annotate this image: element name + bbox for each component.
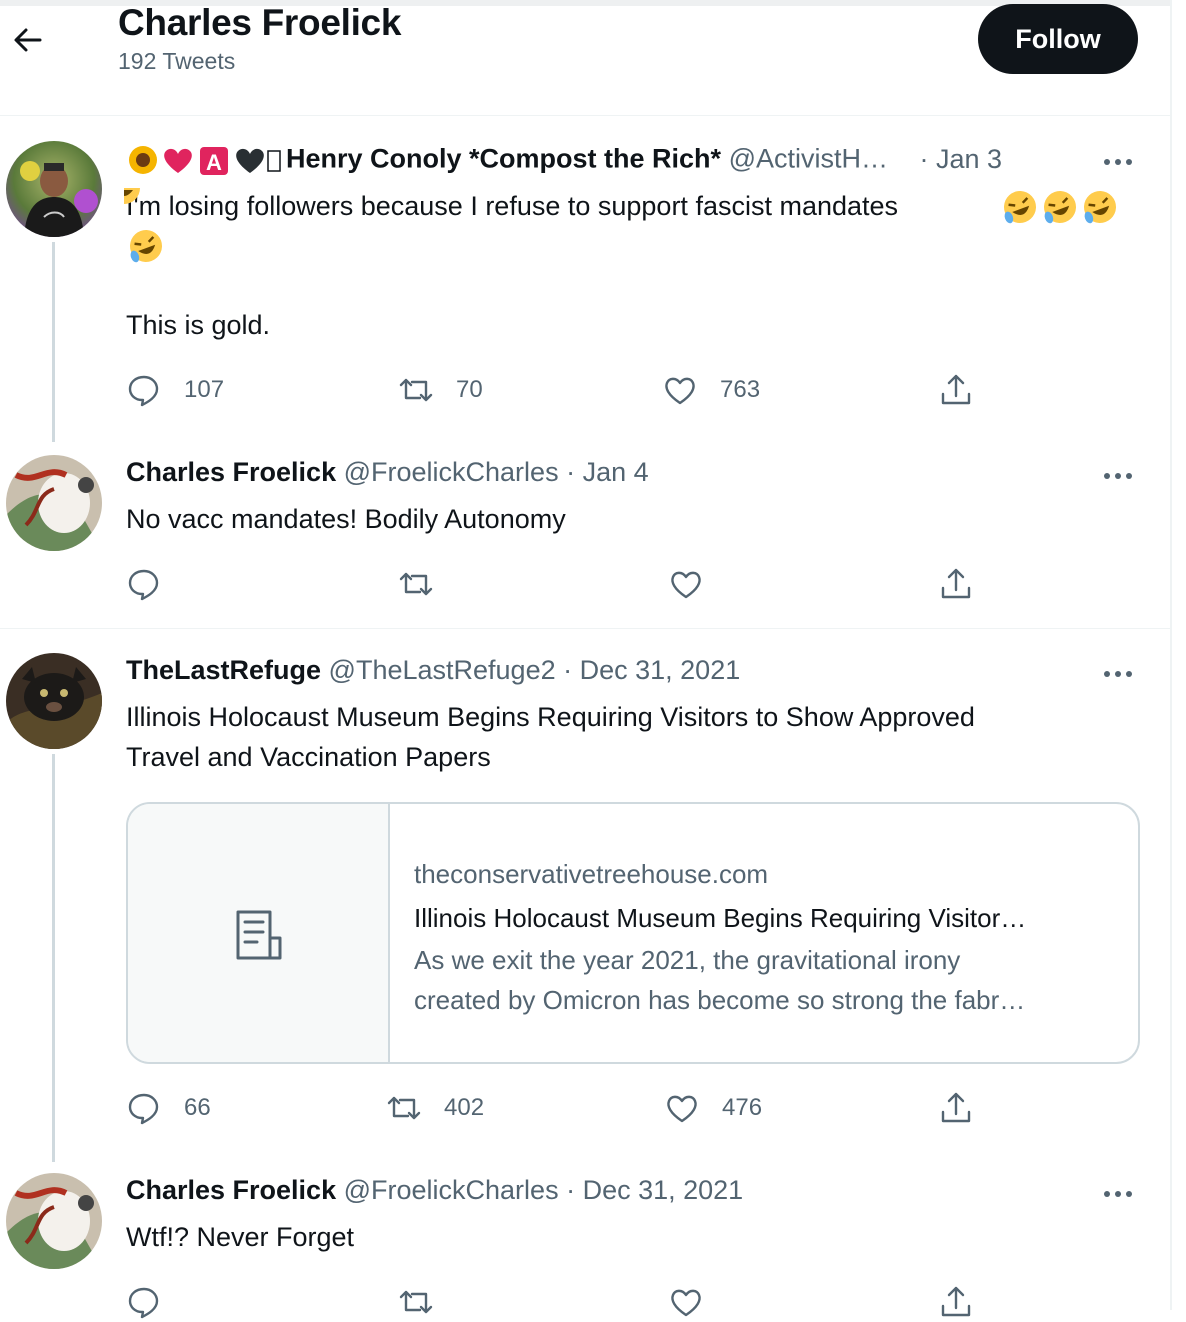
tweet-text-line: Travel and Vaccination Papers: [126, 742, 491, 772]
svg-text:A: A: [206, 150, 222, 175]
avatar[interactable]: [6, 141, 102, 237]
author-handle[interactable]: @FroelickCharles: [344, 1175, 559, 1205]
column-border: [1170, 0, 1172, 1310]
tweet-date[interactable]: · Jan 4: [566, 457, 649, 487]
tweet-date[interactable]: · Jan 3: [920, 144, 1003, 174]
like-button[interactable]: 476: [664, 1088, 762, 1128]
author-name[interactable]: Charles Froelick: [126, 457, 336, 487]
more-icon[interactable]: [1100, 152, 1136, 172]
like-button[interactable]: [668, 564, 704, 604]
link-card-text: theconservativetreehouse.com Illinois Ho…: [414, 852, 1114, 1020]
more-icon[interactable]: [1100, 466, 1136, 486]
reply-button[interactable]: [126, 1282, 162, 1322]
tweet-text: No vacc mandates! Bodily Autonomy: [126, 499, 566, 539]
share-icon: [941, 568, 971, 599]
retweet-icon: [399, 572, 433, 596]
tweet-text-line: This is gold.: [126, 310, 271, 340]
retweet-count: 402: [444, 1094, 485, 1121]
tweet-date[interactable]: · Dec 31, 2021: [566, 1175, 743, 1205]
author-handle[interactable]: @ActivistH…: [729, 144, 888, 174]
author-name[interactable]: TheLastRefuge: [126, 655, 321, 685]
retweet-button[interactable]: [398, 1282, 434, 1322]
tweet-text-second: This is gold.: [126, 305, 270, 345]
retweet-icon: [399, 1290, 433, 1314]
follow-button[interactable]: Follow: [978, 4, 1138, 74]
share-button[interactable]: [938, 370, 974, 410]
avatar[interactable]: [6, 653, 102, 749]
tweet-actions: 66 402 476: [126, 1088, 986, 1128]
thread-line: [52, 754, 55, 1162]
share-button[interactable]: [938, 564, 974, 604]
tweet-date[interactable]: · Dec 31, 2021: [563, 655, 740, 685]
like-count: 763: [720, 376, 761, 403]
tweet-divider: [0, 628, 1170, 629]
like-button[interactable]: 763: [662, 370, 760, 410]
author-handle[interactable]: @TheLastRefuge2: [329, 655, 556, 685]
tweet-text: Illinois Holocaust Museum Begins Requiri…: [126, 697, 1146, 777]
link-card[interactable]: theconservativetreehouse.com Illinois Ho…: [126, 802, 1140, 1064]
tweet-text: Wtf!? Never Forget: [126, 1217, 354, 1257]
thread-line: [52, 242, 55, 442]
name-emoji: A: [126, 143, 286, 178]
reply-button[interactable]: 66: [126, 1088, 211, 1128]
tweet-header: Charles Froelick @FroelickCharles · Jan …: [126, 457, 649, 488]
link-card-domain: theconservativetreehouse.com: [414, 859, 769, 889]
tweet-header: Charles Froelick @FroelickCharles · Dec …: [126, 1175, 743, 1206]
like-icon: [665, 377, 695, 405]
reply-count: 66: [184, 1094, 211, 1121]
tweet-count: 192 Tweets: [118, 48, 236, 74]
share-icon: [941, 1092, 971, 1123]
reply-button[interactable]: [126, 564, 162, 604]
like-icon: [671, 1289, 701, 1317]
author-handle[interactable]: @FroelickCharles: [344, 457, 559, 487]
tweet-text-line: No vacc mandates! Bodily Autonomy: [126, 504, 566, 534]
like-button[interactable]: [668, 1282, 704, 1322]
reply-button[interactable]: 107: [126, 370, 224, 410]
laughing-emoji-group: [106, 172, 1124, 269]
reply-icon: [128, 375, 159, 407]
tweet-actions: 107 70 763: [126, 370, 986, 410]
tweet-header: A Henry Conoly *Compost the Rich* @Activ…: [126, 143, 1002, 178]
retweet-count: 70: [456, 376, 483, 403]
profile-name: Charles Froelick: [118, 2, 402, 43]
link-card-description: created by Omicron has become so strong …: [414, 985, 1026, 1015]
share-button[interactable]: [938, 1282, 974, 1322]
tweet-text-line: Wtf!? Never Forget: [126, 1222, 355, 1252]
like-count: 476: [722, 1094, 763, 1121]
link-card-description: As we exit the year 2021, the gravitatio…: [414, 945, 961, 975]
tweet-text-line: Illinois Holocaust Museum Begins Requiri…: [126, 702, 975, 732]
share-icon: [941, 1286, 971, 1317]
more-icon[interactable]: [1100, 664, 1136, 684]
author-name[interactable]: Charles Froelick: [126, 1175, 336, 1205]
retweet-icon: [399, 378, 433, 402]
share-icon: [941, 374, 971, 405]
link-card-thumbnail: [128, 804, 390, 1062]
author-name[interactable]: Henry Conoly *Compost the Rich*: [286, 144, 721, 174]
reply-count: 107: [184, 376, 225, 403]
reply-icon: [128, 1093, 159, 1125]
avatar[interactable]: [6, 1173, 102, 1269]
retweet-button[interactable]: 70: [398, 370, 483, 410]
tweet-actions: [126, 1282, 986, 1322]
profile-header: Charles Froelick 192 Tweets Follow: [0, 0, 1170, 116]
reply-icon: [128, 569, 159, 601]
tweet-actions: [126, 564, 986, 604]
tweet-header: TheLastRefuge @TheLastRefuge2 · Dec 31, …: [126, 655, 740, 686]
avatar[interactable]: [6, 455, 102, 551]
like-icon: [671, 571, 701, 599]
document-icon: [232, 908, 286, 962]
retweet-icon: [387, 1096, 421, 1120]
reply-icon: [128, 1287, 159, 1319]
more-icon[interactable]: [1100, 1184, 1136, 1204]
back-arrow-icon[interactable]: [10, 22, 46, 58]
share-button[interactable]: [938, 1088, 974, 1128]
retweet-button[interactable]: 402: [386, 1088, 484, 1128]
like-icon: [667, 1095, 697, 1123]
link-card-title: Illinois Holocaust Museum Begins Requiri…: [414, 903, 1027, 933]
retweet-button[interactable]: [398, 564, 434, 604]
